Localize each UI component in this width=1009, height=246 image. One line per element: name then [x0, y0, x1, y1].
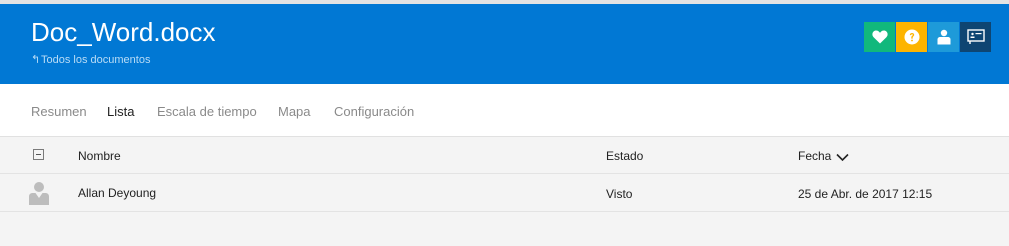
- table-row[interactable]: Allan Deyoung Visto 25 de Abr. de 2017 1…: [0, 174, 1009, 212]
- present-icon: [966, 29, 985, 44]
- back-link-label: Todos los documentos: [41, 54, 151, 66]
- recipient-status: Visto: [606, 187, 633, 201]
- recipients-table: Nombre Estado Fecha Allan Deyoung Visto …: [0, 137, 1009, 212]
- view-tabs: Resumen Lista Escala de tiempo Mapa Conf…: [0, 84, 1009, 137]
- tab-configuracion[interactable]: Configuración: [334, 104, 414, 120]
- profile-button[interactable]: [928, 22, 959, 52]
- avatar-icon: [29, 182, 49, 205]
- tab-resumen[interactable]: Resumen: [31, 104, 87, 120]
- chevron-down-icon: [836, 153, 849, 162]
- help-button[interactable]: [896, 22, 927, 52]
- person-icon: [937, 29, 950, 45]
- heart-button[interactable]: [864, 22, 895, 52]
- column-header-date-label: Fecha: [798, 149, 832, 163]
- document-header: Doc_Word.docx ↰Todos los documentos: [0, 4, 1009, 84]
- column-header-status[interactable]: Estado: [606, 149, 643, 164]
- document-title: Doc_Word.docx: [31, 17, 216, 47]
- recipient-date: 25 de Abr. de 2017 12:15: [798, 187, 933, 201]
- column-header-date[interactable]: Fecha: [798, 149, 849, 164]
- back-to-all-documents-link[interactable]: ↰Todos los documentos: [31, 53, 150, 67]
- heart-icon: [871, 30, 888, 44]
- select-all-checkbox[interactable]: [33, 149, 44, 160]
- table-header-row: Nombre Estado Fecha: [0, 137, 1009, 174]
- header-actions: [864, 22, 991, 52]
- column-header-name[interactable]: Nombre: [78, 149, 121, 164]
- back-arrow-icon: ↰: [31, 54, 41, 66]
- recipient-name: Allan Deyoung: [78, 186, 157, 200]
- tab-escala-de-tiempo[interactable]: Escala de tiempo: [157, 104, 257, 120]
- tab-lista[interactable]: Lista: [107, 104, 134, 120]
- help-icon: [904, 29, 919, 45]
- tab-mapa[interactable]: Mapa: [278, 104, 311, 120]
- present-button[interactable]: [960, 22, 991, 52]
